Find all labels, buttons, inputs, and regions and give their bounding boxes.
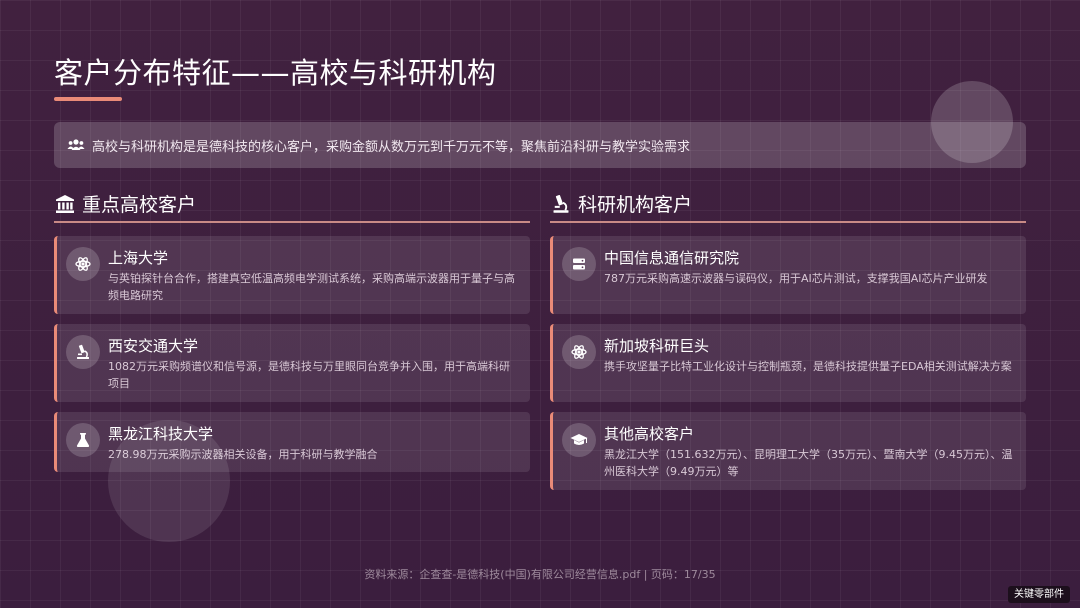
university-icon [54,193,76,215]
card-caict: 中国信息通信研究院 787万元采购高速示波器与误码仪，用于AI芯片测试，支撑我国… [550,236,1026,314]
summary-banner: 高校与科研机构是是德科技的核心客户，采购金额从数万元到千万元不等，聚焦前沿科研与… [54,122,1026,168]
left-section-heading: 重点高校客户 [54,190,196,217]
users-icon [67,138,85,152]
card-description: 1082万元采购频谱仪和信号源，是德科技与万里眼同台竞争并入围，用于高端科研项目 [108,360,510,390]
atom-icon [66,247,100,281]
decorative-circle-top [931,81,1013,163]
card-other-universities: 其他高校客户 黑龙江大学（151.632万元）、昆明理工大学（35万元）、暨南大… [550,412,1026,490]
graduation-cap-icon [562,423,596,457]
card-title: 其他高校客户 [604,425,695,443]
card-description: 携手攻坚量子比特工业化设计与控制瓶颈，是德科技提供量子EDA相关测试解决方案 [604,360,1012,373]
page-title: 客户分布特征——高校与科研机构 [54,56,497,90]
right-section-divider [550,221,1026,223]
microscope-icon [550,193,572,215]
right-section-heading: 科研机构客户 [550,190,692,217]
left-section-title: 重点高校客户 [82,194,197,216]
card-title: 中国信息通信研究院 [604,249,740,267]
card-shanghai-university: 上海大学 与英铂探针台合作，搭建真空低温高频电学测试系统，采购高端示波器用于量子… [54,236,530,314]
title-underline [54,97,122,101]
card-description: 与英铂探针台合作，搭建真空低温高频电学测试系统，采购高端示波器用于量子与高频电路… [108,272,515,302]
card-title: 西安交通大学 [108,337,199,355]
banner-text: 高校与科研机构是是德科技的核心客户，采购金额从数万元到千万元不等，聚焦前沿科研与… [92,139,691,155]
card-xian-jiaotong-university: 西安交通大学 1082万元采购频谱仪和信号源，是德科技与万里眼同台竞争并入围，用… [54,324,530,402]
watermark-label: 关键零部件 [1008,586,1070,603]
card-singapore-research: 新加坡科研巨头 携手攻坚量子比特工业化设计与控制瓶颈，是德科技提供量子EDA相关… [550,324,1026,402]
card-description: 787万元采购高速示波器与误码仪，用于AI芯片测试，支撑我国AI芯片产业研发 [604,272,988,285]
card-title: 新加坡科研巨头 [604,337,710,355]
decorative-circle-bottom [108,420,230,542]
card-title: 上海大学 [108,249,169,267]
flask-icon [66,423,100,457]
source-footer: 资料来源：企查查-是德科技(中国)有限公司经营信息.pdf | 页码：17/35 [364,568,716,581]
left-section-divider [54,221,530,223]
server-icon [562,247,596,281]
microscope-icon [66,335,100,369]
atom-icon [562,335,596,369]
right-section-title: 科研机构客户 [578,194,693,216]
card-description: 黑龙江大学（151.632万元）、昆明理工大学（35万元）、暨南大学（9.45万… [604,448,1013,478]
